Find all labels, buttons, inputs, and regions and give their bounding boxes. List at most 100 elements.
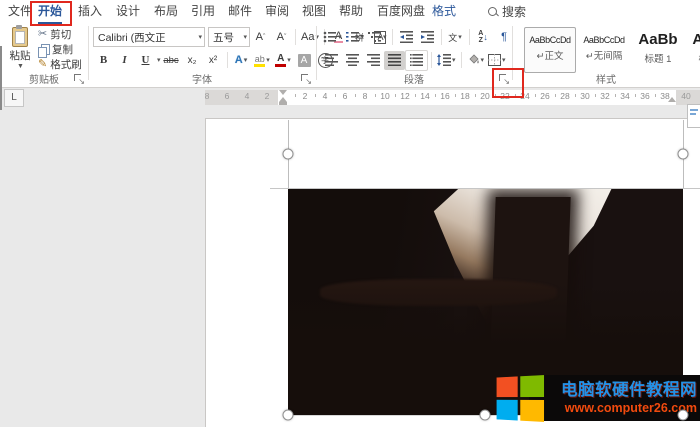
ruler-number: 34: [620, 91, 629, 101]
highlight-color-button[interactable]: ab▾: [252, 51, 273, 70]
ruler-tick: [435, 94, 436, 97]
superscript-button[interactable]: x²: [203, 51, 224, 70]
asian-layout-button[interactable]: 文▾: [445, 28, 466, 47]
format-painter-button[interactable]: ✎ 格式刷: [38, 57, 88, 72]
group-styles: AaBbCcDd ↵正文 AaBbCcDd ↵无间隔 AaBb 标题 1 AaB…: [512, 23, 700, 87]
tab-layout[interactable]: 布局: [154, 0, 178, 22]
tab-references[interactable]: 引用: [191, 0, 215, 22]
left-indent-marker[interactable]: [279, 102, 287, 105]
style-no-spacing[interactable]: AaBbCcDd ↵无间隔: [578, 27, 630, 73]
resize-handle-bottom-left[interactable]: [283, 410, 294, 421]
italic-button[interactable]: I: [114, 51, 135, 70]
ribbon: 粘贴 ▼ ✂ 剪切 复制 ✎ 格式刷 剪贴板 ↘ Calibri (西: [0, 23, 700, 88]
ruler-tick: [635, 94, 636, 97]
font-name-combo[interactable]: Calibri (西文正 ▾: [93, 27, 205, 47]
ruler-tick: [515, 94, 516, 97]
distribute-button[interactable]: [405, 50, 428, 71]
multilevel-list-icon: [368, 31, 382, 43]
ruler-tick: [475, 94, 476, 97]
tab-file[interactable]: 文件: [8, 0, 32, 22]
chevron-down-icon: ▼: [6, 63, 35, 70]
justify-button[interactable]: [384, 51, 405, 70]
tab-home[interactable]: 开始: [38, 0, 62, 25]
multilevel-list-button[interactable]: ▾: [366, 28, 389, 47]
bullets-button[interactable]: ▾: [321, 28, 344, 47]
ruler-number: 6: [343, 91, 348, 101]
paste-button[interactable]: 粘贴 ▼: [5, 26, 35, 74]
tab-view[interactable]: 视图: [302, 0, 326, 22]
ruler-number: 8: [363, 91, 368, 101]
mini-document-icon[interactable]: [687, 104, 700, 128]
window-edge: [0, 46, 2, 110]
tab-mailings[interactable]: 邮件: [228, 0, 252, 22]
increase-indent-button[interactable]: [417, 28, 438, 47]
ruler-number: 40: [681, 91, 690, 101]
align-right-button[interactable]: [363, 51, 384, 70]
chevron-down-icon[interactable]: ▾: [157, 56, 161, 64]
ruler-margin-number: 2: [265, 91, 270, 101]
ruler-tick: [315, 94, 316, 97]
ruler-tick: [335, 94, 336, 97]
numbering-button[interactable]: ▾: [344, 28, 367, 47]
sort-button[interactable]: AZ ↓: [473, 28, 494, 47]
ruler-text-area: [278, 90, 676, 105]
font-dialog-launcher[interactable]: ↘: [300, 73, 312, 85]
ruler-tick: [575, 94, 576, 97]
search-label: 搜索: [502, 3, 526, 20]
ruler-tick: [295, 94, 296, 97]
line-spacing-button[interactable]: ▾: [435, 51, 458, 70]
paragraph-dialog-launcher[interactable]: ↘: [498, 73, 510, 85]
bold-button[interactable]: B: [93, 51, 114, 70]
search-box[interactable]: 搜索: [488, 0, 526, 22]
font-color-button[interactable]: A▾: [273, 51, 294, 70]
paste-icon: [12, 26, 28, 46]
borders-icon: [488, 54, 501, 66]
text-effects-button[interactable]: A▾: [231, 51, 252, 70]
tab-review[interactable]: 审阅: [265, 0, 289, 22]
ruler-tick: [595, 94, 596, 97]
resize-handle-bottom-middle[interactable]: [480, 410, 491, 421]
chevron-down-icon: ▾: [243, 33, 247, 41]
clipboard-dialog-launcher[interactable]: ↘: [73, 73, 85, 85]
character-shading-button[interactable]: A: [294, 51, 315, 70]
ruler-number: 4: [323, 91, 328, 101]
ruler-tick: [615, 94, 616, 97]
strikethrough-button[interactable]: abc: [161, 51, 182, 70]
decrease-indent-button[interactable]: [396, 28, 417, 47]
shrink-font-button[interactable]: Aˇ: [271, 28, 292, 47]
align-left-icon: [325, 54, 338, 66]
cut-button[interactable]: ✂ 剪切: [38, 27, 88, 42]
resize-handle-top-left[interactable]: [283, 149, 294, 160]
style-normal[interactable]: AaBbCcDd ↵正文: [524, 27, 576, 73]
grow-font-button[interactable]: Aˆ: [250, 28, 271, 47]
copy-button[interactable]: 复制: [38, 42, 88, 57]
ruler-number: 10: [380, 91, 389, 101]
align-left-button[interactable]: [321, 51, 342, 70]
line-spacing-icon: [437, 54, 451, 66]
tab-design[interactable]: 设计: [116, 0, 140, 22]
justify-icon: [388, 54, 401, 66]
tab-picture-format[interactable]: 格式: [432, 0, 456, 22]
borders-button[interactable]: ▾: [486, 51, 508, 70]
group-clipboard: 粘贴 ▼ ✂ 剪切 复制 ✎ 格式刷 剪贴板 ↘: [0, 23, 88, 87]
underline-button[interactable]: U: [135, 51, 156, 70]
align-center-button[interactable]: [342, 51, 363, 70]
style-heading2[interactable]: AaBb 标题 2: [686, 27, 700, 73]
tab-help[interactable]: 帮助: [339, 0, 363, 22]
tab-baidu-netdisk[interactable]: 百度网盘: [377, 0, 425, 22]
ruler-number: 12: [400, 91, 409, 101]
word-window: 文件 开始 插入 设计 布局 引用 邮件 审阅 视图 帮助 百度网盘 格式 搜索…: [0, 0, 700, 427]
tab-insert[interactable]: 插入: [78, 0, 102, 22]
font-size-combo[interactable]: 五号 ▾: [208, 27, 250, 47]
shading-button[interactable]: ▾: [465, 51, 487, 70]
styles-group-label: 样式: [512, 71, 700, 86]
ruler-tick: [655, 94, 656, 97]
align-center-icon: [346, 54, 359, 66]
tab-stop-selector[interactable]: L: [4, 89, 24, 107]
first-line-indent-marker[interactable]: [279, 90, 287, 95]
resize-handle-bottom-right[interactable]: [678, 410, 689, 421]
resize-handle-top-right[interactable]: [678, 149, 689, 160]
ruler-number: 14: [420, 91, 429, 101]
subscript-button[interactable]: x₂: [182, 51, 203, 70]
style-heading1[interactable]: AaBb 标题 1: [632, 27, 684, 73]
